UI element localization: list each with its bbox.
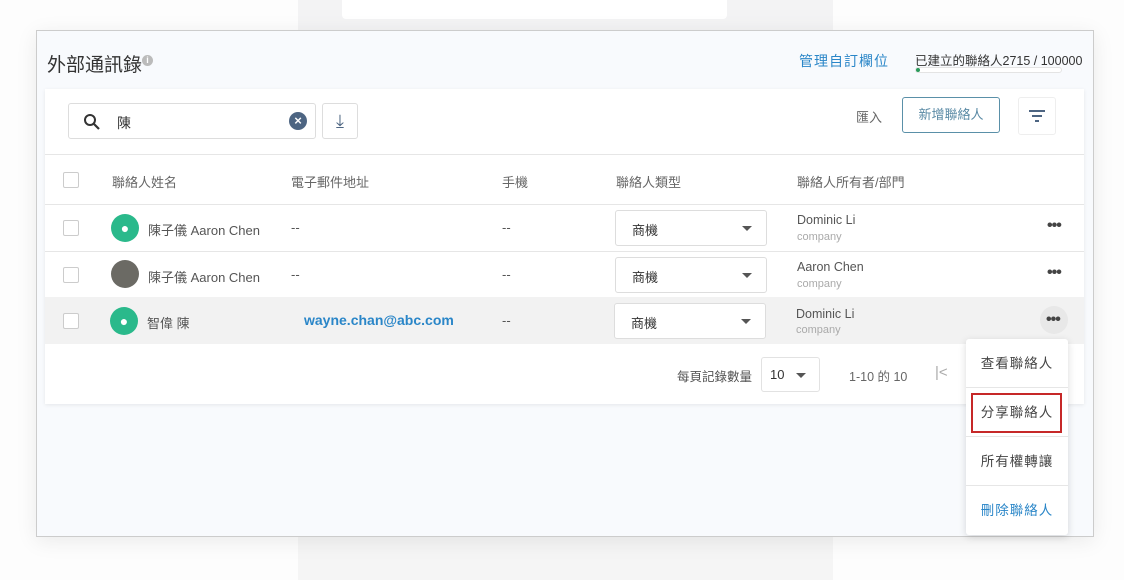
per-page-value: 10 [770,367,785,382]
quota-progress-bar [915,67,1062,73]
select-all-checkbox[interactable] [63,172,79,188]
per-page-label: 每頁記錄數量 [677,370,753,384]
menu-item-delete-contact[interactable]: 刪除聯絡人 [966,486,1068,535]
background-card [342,0,727,19]
column-header-name[interactable]: 聯絡人姓名 [112,172,177,191]
owner-name: Aaron Chen [797,260,864,274]
chevron-down-icon [742,226,752,231]
contact-email: -- [291,220,300,235]
row-actions-menu: 查看聯絡人 分享聯絡人 所有權轉讓 刪除聯絡人 [966,339,1068,535]
column-header-email[interactable]: 電子郵件地址 [291,172,369,191]
contact-mobile: -- [502,313,511,328]
column-header-mobile[interactable]: 手機 [502,172,528,191]
add-contact-button[interactable]: 新增聯絡人 [902,97,1000,133]
owner-department: company [797,231,842,243]
background-panel [298,537,833,580]
search-input[interactable]: 陳 [68,103,316,139]
contact-email[interactable]: wayne.chan@abc.com [304,312,454,328]
contact-name[interactable]: 陳子儀 Aaron Chen [148,220,260,239]
search-icon [84,114,100,130]
contact-email: -- [291,267,300,282]
row-checkbox[interactable] [63,313,79,329]
menu-item-view-contact[interactable]: 查看聯絡人 [966,339,1068,388]
more-actions-icon[interactable]: ••• [1047,264,1062,282]
owner-name: Dominic Li [796,307,855,321]
contact-type-value: 商機 [632,223,659,238]
contact-type-select[interactable]: 商機 [614,303,766,339]
first-page-icon[interactable]: |< [935,364,948,381]
contact-type-select[interactable]: 商機 [615,257,767,293]
table-row[interactable] [45,297,1084,344]
contact-type-value: 商機 [631,316,658,331]
page-title: 外部通訊錄 [47,55,143,76]
contact-type-value: 商機 [632,270,659,285]
column-header-owner[interactable]: 聯絡人所有者/部門 [797,172,905,191]
contact-mobile: -- [502,220,511,235]
avatar: ● [110,307,138,335]
manage-custom-fields-link[interactable]: 管理自訂欄位 [799,51,889,71]
row-checkbox[interactable] [63,220,79,236]
filter-icon [1029,110,1045,122]
per-page-select[interactable]: 10 [761,357,820,392]
contact-mobile: -- [502,267,511,282]
divider [45,154,1084,155]
owner-department: company [796,324,841,336]
page-range: 1-10 的 10 [849,370,908,384]
contact-type-select[interactable]: 商機 [615,210,767,246]
quota-progress-fill [916,68,920,72]
chevron-down-icon [742,273,752,278]
more-actions-icon[interactable]: ••• [1046,311,1061,329]
filter-button[interactable] [1018,97,1056,135]
contact-name[interactable]: 陳子儀 Aaron Chen [148,267,260,286]
contact-name[interactable]: 智偉 陳 [147,313,190,332]
column-header-type[interactable]: 聯絡人類型 [616,172,681,191]
import-link[interactable]: 匯入 [856,107,882,126]
search-value: 陳 [117,115,131,131]
row-checkbox[interactable] [63,267,79,283]
highlight-box [971,393,1062,433]
download-button[interactable]: ⤓ [322,103,358,139]
more-actions-icon[interactable]: ••• [1047,217,1062,235]
chevron-down-icon [796,373,806,378]
owner-name: Dominic Li [797,213,856,227]
avatar: ● [111,214,139,242]
menu-item-transfer-ownership[interactable]: 所有權轉讓 [966,437,1068,486]
info-icon[interactable]: i [142,55,153,66]
clear-search-icon[interactable]: × [289,112,307,130]
owner-department: company [797,278,842,290]
avatar-photo [111,260,139,288]
chevron-down-icon [741,319,751,324]
